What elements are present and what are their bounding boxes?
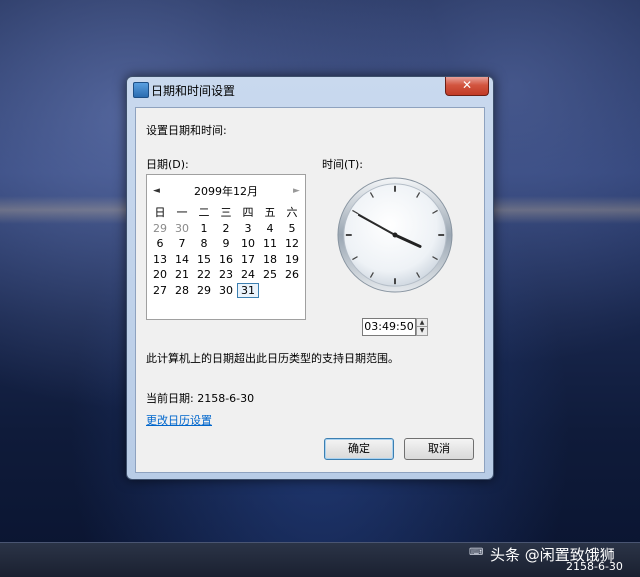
- date-label: 日期(D):: [146, 158, 189, 171]
- window-title: 日期和时间设置: [151, 84, 236, 98]
- calendar-week-row: 20 21 22 23 24 25 26: [149, 267, 303, 283]
- current-date-text: 当前日期: 2158-6-30: [146, 392, 255, 405]
- calendar-weekday-row: 日一二三四五六: [149, 205, 303, 221]
- calendar-day[interactable]: 20: [149, 267, 171, 283]
- calendar-day[interactable]: 10: [237, 236, 259, 252]
- dialog-content: 设置日期和时间: 日期(D): 时间(T): ◄ 2099年12月 ► 日一二三…: [135, 107, 485, 473]
- change-calendar-settings-link[interactable]: 更改日历设置: [146, 412, 212, 428]
- title-bar[interactable]: 日期和时间设置 ✕: [127, 77, 493, 101]
- calendar-day[interactable]: 28: [171, 283, 193, 299]
- spin-down-icon[interactable]: ▼: [416, 326, 428, 336]
- calendar-day[interactable]: 25: [259, 267, 281, 283]
- calendar-day[interactable]: 1: [193, 221, 215, 237]
- calendar-day[interactable]: 18: [259, 252, 281, 268]
- date-time-icon: [133, 82, 149, 98]
- calendar-day[interactable]: 30: [171, 221, 193, 237]
- calendar-week-row: 6 7 8 9 10 11 12: [149, 236, 303, 252]
- time-spinner[interactable]: ▲ ▼: [416, 318, 428, 336]
- month-calendar[interactable]: ◄ 2099年12月 ► 日一二三四五六 29 30 1 2 3 4 5 6 7 8 9 10 11 12 1…: [146, 174, 306, 320]
- calendar-day[interactable]: 4: [259, 221, 281, 237]
- calendar-week-row: 13 14 15 16 17 18 19: [149, 252, 303, 268]
- close-button[interactable]: ✕: [445, 77, 489, 96]
- calendar-day[interactable]: 2: [215, 221, 237, 237]
- calendar-day[interactable]: 15: [193, 252, 215, 268]
- calendar-day[interactable]: 30: [215, 283, 237, 299]
- analog-clock: [337, 177, 453, 293]
- calendar-weekday-header: 六: [286, 206, 298, 219]
- keyboard-icon[interactable]: ⌨: [469, 548, 483, 558]
- calendar-day[interactable]: 11: [259, 236, 281, 252]
- calendar-day[interactable]: 13: [149, 252, 171, 268]
- calendar-day: [259, 283, 281, 299]
- calendar-week-row: 27 28 29 30 31: [149, 282, 303, 299]
- out-of-range-warning: 此计算机上的日期超出此日历类型的支持日期范围。: [146, 352, 399, 365]
- calendar-day[interactable]: 5: [281, 221, 303, 237]
- calendar-day[interactable]: 21: [171, 267, 193, 283]
- calendar-day[interactable]: 16: [215, 252, 237, 268]
- calendar-day[interactable]: 7: [171, 236, 193, 252]
- next-month-icon[interactable]: ►: [293, 186, 300, 196]
- calendar-day: [281, 283, 303, 299]
- calendar-day[interactable]: 27: [149, 283, 171, 299]
- time-input[interactable]: 03:49:50: [362, 318, 416, 336]
- calendar-day[interactable]: 6: [149, 236, 171, 252]
- calendar-selected-day[interactable]: 31: [237, 282, 259, 298]
- calendar-weekday-header: 五: [264, 206, 276, 219]
- tray-date[interactable]: 2158-6-30: [566, 560, 623, 573]
- calendar-day[interactable]: 23: [215, 267, 237, 283]
- calendar-weekday-header: 三: [220, 206, 232, 219]
- clock-center-pin: [392, 232, 398, 238]
- calendar-day[interactable]: 17: [237, 252, 259, 268]
- time-label: 时间(T):: [322, 158, 364, 171]
- calendar-day[interactable]: 29: [149, 221, 171, 237]
- calendar-month-title[interactable]: 2099年12月: [147, 183, 305, 199]
- date-time-settings-dialog: 日期和时间设置 ✕ 设置日期和时间: 日期(D): 时间(T): ◄ 2099年…: [126, 76, 494, 480]
- calendar-weekday-header: 四: [242, 206, 254, 219]
- calendar-day[interactable]: 3: [237, 221, 259, 237]
- calendar-day[interactable]: 8: [193, 236, 215, 252]
- calendar-day[interactable]: 19: [281, 252, 303, 268]
- calendar-day[interactable]: 9: [215, 236, 237, 252]
- calendar-day[interactable]: 24: [237, 267, 259, 283]
- calendar-weekday-header: 二: [198, 206, 210, 219]
- instruction-text: 设置日期和时间:: [146, 124, 227, 137]
- calendar-day[interactable]: 29: [193, 283, 215, 299]
- calendar-grid: 日一二三四五六 29 30 1 2 3 4 5 6 7 8 9 10 11 12 13 14 15 16 17 18 19…: [149, 205, 303, 298]
- calendar-day[interactable]: 12: [281, 236, 303, 252]
- calendar-day[interactable]: 26: [281, 267, 303, 283]
- calendar-day[interactable]: 14: [171, 252, 193, 268]
- calendar-week-row: 29 30 1 2 3 4 5: [149, 221, 303, 237]
- ok-button[interactable]: 确定: [324, 438, 394, 460]
- calendar-weekday-header: 一: [176, 206, 188, 219]
- calendar-weekday-header: 日: [154, 206, 166, 219]
- cancel-button[interactable]: 取消: [404, 438, 474, 460]
- calendar-day[interactable]: 22: [193, 267, 215, 283]
